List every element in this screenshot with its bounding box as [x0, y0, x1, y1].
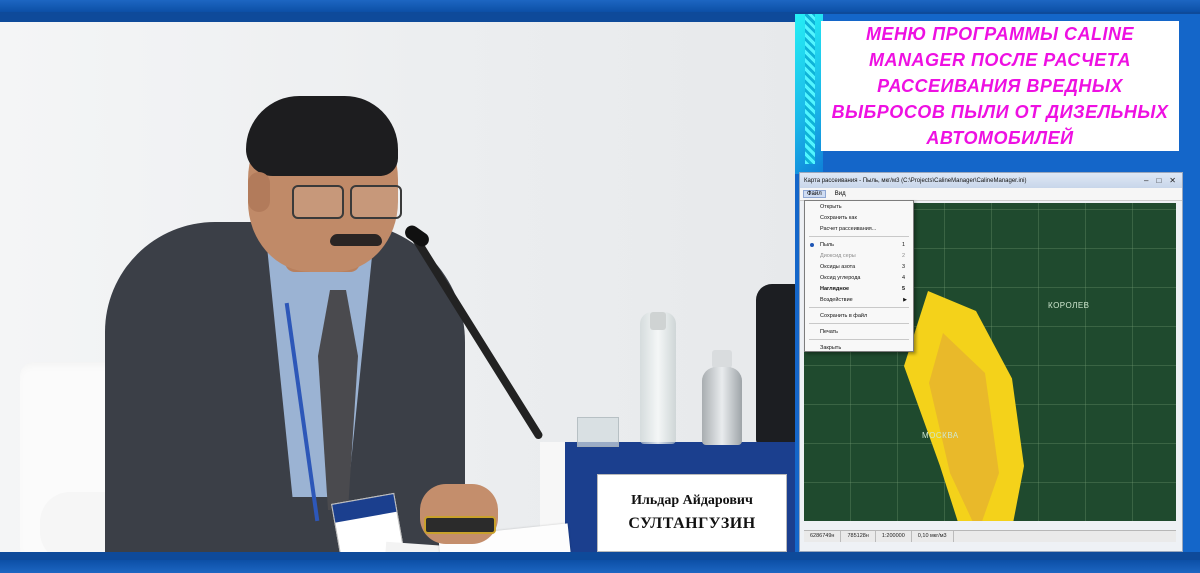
slide-heading: МЕНЮ ПРОГРАММЫ CALINE MANAGER ПОСЛЕ РАСЧ… [831, 24, 1169, 148]
video-frame: Ильдар Айдарович СУЛТАНГУЗИН МЕНЮ ПРОГРА… [0, 0, 1200, 573]
slide-stripe [805, 14, 815, 164]
glass-bottle [702, 367, 742, 445]
water-glass [577, 417, 619, 447]
menu-item-carbon-monoxide[interactable]: Оксид углерода 4 [805, 272, 913, 283]
radio-selected-icon [810, 243, 814, 247]
phone [424, 516, 496, 534]
menu-separator [809, 339, 909, 340]
menu-file[interactable]: Файл [803, 190, 826, 198]
menu-separator [809, 323, 909, 324]
status-x: 6286749н [804, 531, 842, 542]
menu-item-calculate[interactable]: Расчет рассеивания... [805, 223, 913, 234]
map-label-city: МОСКВА [922, 431, 959, 440]
submenu-arrow-icon: ▶ [903, 296, 907, 303]
menu-item-close[interactable]: Закрыть [805, 342, 913, 353]
speaker-hand [420, 484, 498, 544]
menu-item-open[interactable]: Открыть [805, 201, 913, 212]
left-lens [292, 185, 344, 219]
menu-item-impact[interactable]: Воздействие ▶ [805, 294, 913, 305]
top-frame-bar [0, 0, 1200, 12]
status-scale: 1:200000 [876, 531, 912, 542]
right-lens [350, 185, 402, 219]
app-window: Карта рассеивания - Пыль, мкг/м3 (C:\Pro… [799, 172, 1183, 552]
menu-item-save-to-file[interactable]: Сохранить в файл [805, 310, 913, 321]
speaker-hair [246, 96, 398, 176]
nameplate-name: Ильдар Айдарович [631, 493, 753, 508]
bottle-neck [650, 312, 666, 330]
slide-heading-box: МЕНЮ ПРОГРАММЫ CALINE MANAGER ПОСЛЕ РАСЧ… [821, 21, 1179, 151]
maximize-icon[interactable]: □ [1156, 176, 1161, 185]
conference-scene: Ильдар Айдарович СУЛТАНГУЗИН [0, 22, 795, 552]
menu-item-print[interactable]: Печать [805, 326, 913, 337]
map-label-north: КОРОЛЕВ [1048, 301, 1090, 310]
menu-item-save-as[interactable]: Сохранить как [805, 212, 913, 223]
menu-item-visual[interactable]: Наглядное 5 [805, 283, 913, 294]
bottom-frame-bar [0, 560, 1200, 573]
water-bottle [640, 312, 676, 444]
eyeglasses [292, 185, 404, 219]
close-icon[interactable]: ✕ [1169, 176, 1176, 185]
window-title: Карта рассеивания - Пыль, мкг/м3 (C:\Pro… [804, 177, 1027, 184]
window-titlebar: Карта рассеивания - Пыль, мкг/м3 (C:\Pro… [800, 173, 1182, 188]
status-y: 785128н [841, 531, 876, 542]
menu-separator [809, 307, 909, 308]
neighbor-speaker [756, 284, 795, 444]
menu-view[interactable]: Вид [832, 191, 849, 197]
presentation-slide: МЕНЮ ПРОГРАММЫ CALINE MANAGER ПОСЛЕ РАСЧ… [795, 14, 1200, 552]
menu-item-dust[interactable]: Пыль 1 [805, 239, 913, 250]
nameplate-surname: СУЛТАНГУЗИН [628, 515, 756, 532]
minimize-icon[interactable]: – [1144, 176, 1148, 185]
nameplate: Ильдар Айдарович СУЛТАНГУЗИН [597, 474, 787, 552]
menu-separator [809, 236, 909, 237]
menu-item-nitrogen-oxides[interactable]: Оксиды азота 3 [805, 261, 913, 272]
speaker-ear [248, 172, 270, 212]
status-bar: 6286749н 785128н 1:200000 0,10 мкг/м3 [804, 530, 1176, 542]
menu-item-sulfur-dioxide[interactable]: Диоксид серы 2 [805, 250, 913, 261]
mustache [330, 234, 382, 246]
file-menu-dropdown: Открыть Сохранить как Расчет рассеивания… [804, 200, 914, 352]
window-controls: – □ ✕ [1144, 176, 1182, 185]
bottle-cap [712, 350, 732, 368]
status-value: 0,10 мкг/м3 [912, 531, 954, 542]
